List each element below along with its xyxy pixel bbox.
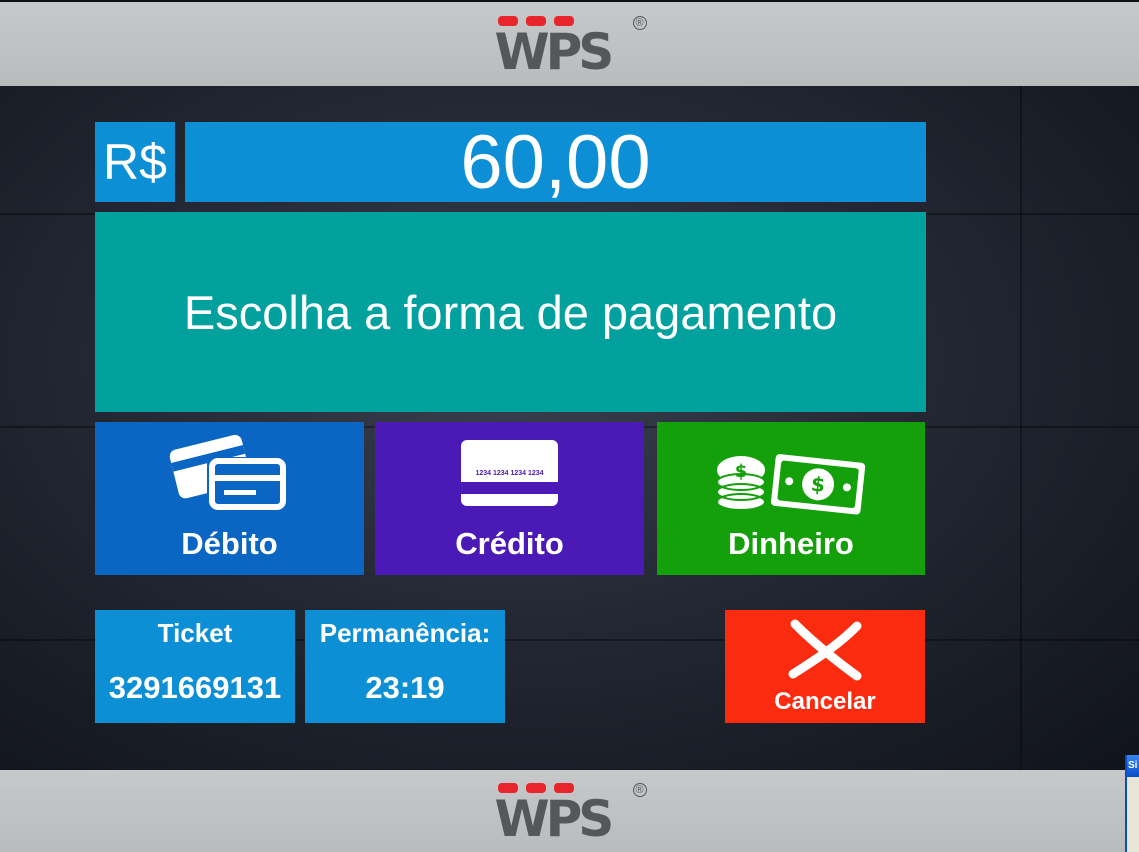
debit-label: Débito [181, 526, 278, 561]
cash-button[interactable]: $ $ Dinheiro [657, 422, 925, 575]
credit-card-icon: 1234 1234 1234 1234 [461, 440, 558, 506]
credit-label: Crédito [455, 526, 564, 561]
payment-prompt: Escolha a forma de pagamento [95, 212, 926, 412]
cash-icon: $ $ [716, 454, 866, 515]
stay-title: Permanência: [319, 618, 491, 648]
cash-label: Dinheiro [728, 526, 854, 561]
currency-label: R$ [95, 122, 175, 202]
header-bar: WPS ® [0, 0, 1139, 86]
registered-mark: ® [632, 783, 647, 797]
close-x-icon [788, 619, 862, 681]
wps-logo: WPS ® [495, 14, 647, 80]
logo-text: WPS [494, 790, 615, 848]
amount-value: 60,00 [185, 120, 926, 205]
cancel-label: Cancelar [774, 688, 876, 715]
card-number-text: 1234 1234 1234 1234 [475, 470, 543, 477]
registered-mark: ® [632, 16, 647, 30]
footer-bar: WPS ® [0, 770, 1139, 852]
ticket-number: 3291669131 [108, 670, 282, 705]
svg-text:$: $ [810, 472, 826, 497]
stay-info: Permanência: 23:19 [305, 610, 505, 723]
partial-window[interactable]: Si [1125, 755, 1139, 852]
svg-text:$: $ [735, 461, 748, 482]
wps-logo-footer: WPS ® [495, 781, 647, 847]
ticket-info: Ticket 3291669131 [95, 610, 295, 723]
ticket-title: Ticket [157, 618, 233, 648]
window-caption: Si [1127, 755, 1139, 777]
credit-button[interactable]: 1234 1234 1234 1234 Crédito [375, 422, 644, 575]
debit-button[interactable]: Débito [95, 422, 364, 575]
cancel-button[interactable]: Cancelar [725, 610, 925, 723]
debit-cards-icon [169, 434, 287, 511]
logo-text: WPS [494, 23, 615, 81]
stay-duration: 23:19 [365, 670, 445, 705]
bg-line [1020, 86, 1022, 770]
